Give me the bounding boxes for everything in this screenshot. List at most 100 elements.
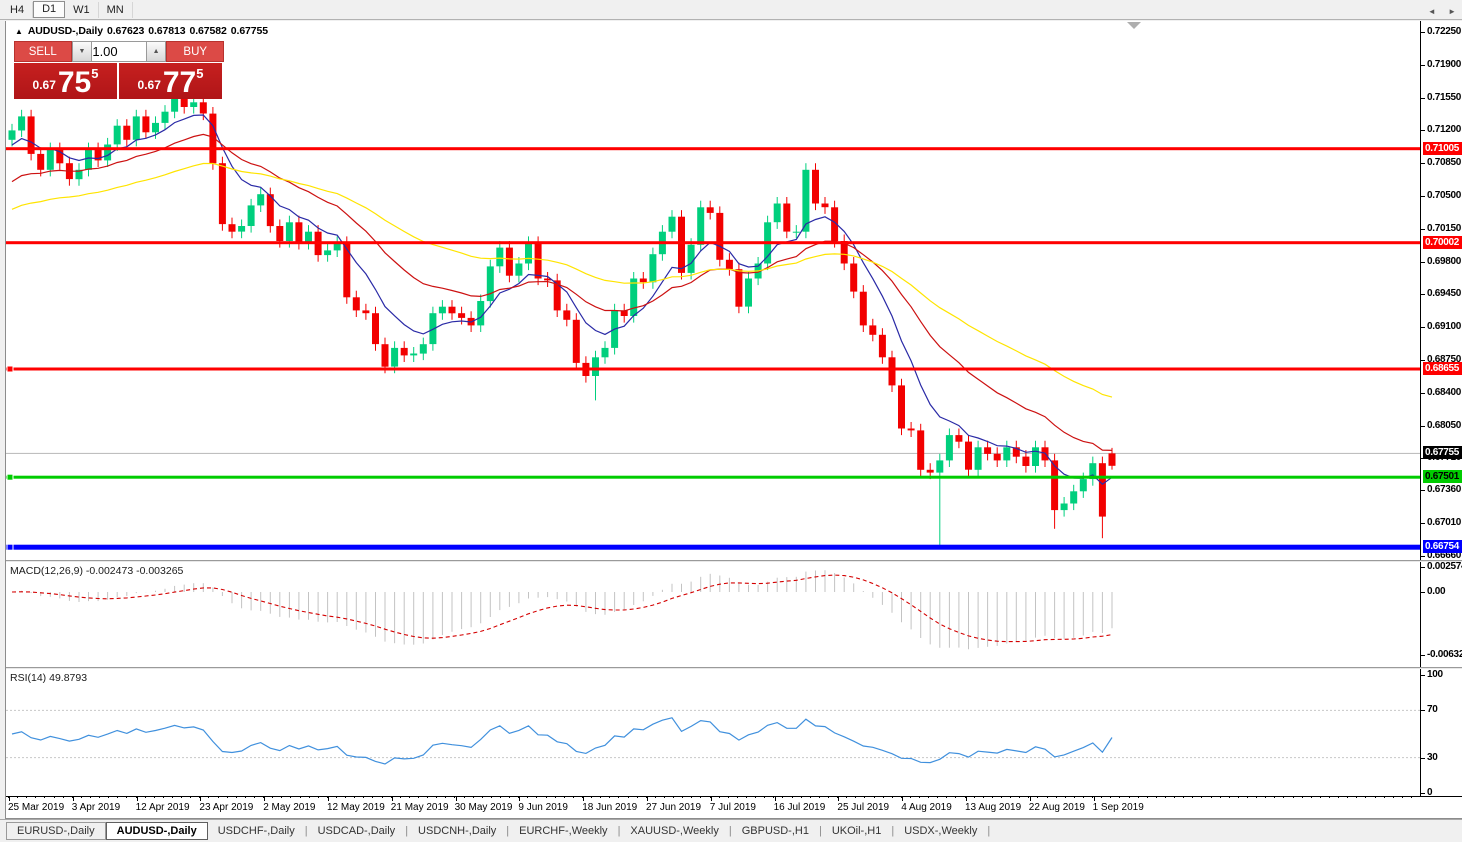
tab-eurchf-weekly[interactable]: EURCHF-,Weekly [509,823,617,839]
one-click-trade-widget: SELL ▼ 1.00 ▲ BUY 0.67 75 5 0.67 77 5 [14,41,224,99]
level-price-label: 0.71005 [1423,141,1462,155]
chart-canvas[interactable] [6,21,1420,817]
price-axis-border [1420,21,1421,796]
price-tick-label: 0.68400 [1427,386,1462,398]
tab-scroll-right-icon[interactable]: ► [1448,7,1456,16]
quote-header: ▲ AUDUSD-,Daily 0.67623 0.67813 0.67582 0.677… [15,25,272,37]
price-tick-label: 0.69100 [1427,321,1462,333]
collapse-triangle-icon[interactable]: ▲ [15,27,23,36]
tab-usdcad-daily[interactable]: USDCAD-,Daily [308,823,406,839]
date-axis-label: 7 Jul 2019 [709,802,756,813]
price-tick [1420,32,1425,33]
price-tick-label: 0.69800 [1427,255,1462,267]
price-tick [1420,294,1425,296]
tab-scroll-arrows: ◄ ► [1418,7,1456,16]
price-tick [1420,556,1425,557]
macd-tick [1420,592,1425,593]
volume-increase-button[interactable]: ▲ [145,41,167,62]
price-tick-label: 0.67360 [1427,484,1462,496]
tab-ukoil-h1[interactable]: UKOil-,H1 [822,823,892,839]
price-tick [1420,130,1425,132]
level-line-0.71005[interactable] [6,147,1420,151]
tab-separator: | [987,825,991,837]
price-tick-label: 0.70850 [1427,157,1462,169]
tab-xauusd-weekly[interactable]: XAUUSD-,Weekly [620,823,728,839]
ma-slow-line [11,162,1113,398]
price-tick [1420,196,1425,198]
timeframe-button-w1[interactable]: W1 [65,1,99,18]
rsi-value: 49.8793 [49,672,88,684]
panel-splitter-macd[interactable] [6,560,1462,562]
timeframe-button-h4[interactable]: H4 [2,1,34,18]
macd-tick-label: 0.00 [1427,586,1446,597]
symbol-tab-bar: EURUSD-,Daily AUDUSD-,Daily USDCHF-,Daily |… [0,819,1462,842]
date-axis-label: 16 Jul 2019 [773,802,826,813]
rsi-tick [1420,757,1425,759]
sell-button[interactable]: SELL [14,41,72,62]
level-price-label: 0.68655 [1423,361,1462,375]
date-axis-label: 12 Apr 2019 [135,802,190,813]
date-axis-label: 23 Apr 2019 [199,802,254,813]
buy-price-panel[interactable]: 0.67 77 5 [119,63,222,99]
buy-price-sup: 5 [196,66,204,81]
price-tick [1420,490,1425,492]
level-line-0.66754[interactable] [6,543,1420,551]
date-axis-label: 12 May 2019 [327,802,385,813]
tab-gbpusd-h1[interactable]: GBPUSD-,H1 [732,823,819,839]
buy-button[interactable]: BUY [166,41,224,62]
price-tick [1420,360,1425,362]
price-tick [1420,261,1425,263]
level-line-0.68655[interactable] [6,365,1420,373]
quote-close: 0.67755 [230,25,269,37]
macd-indicator-label: MACD(12,26,9) -0.002473 -0.003265 [10,565,183,577]
rsi-tick [1420,675,1425,676]
macd-tick [1420,566,1425,568]
level-line-0.70002[interactable] [6,241,1420,245]
date-axis-label: 27 Jun 2019 [646,802,702,813]
bid-price-label: 0.67755 [1423,446,1462,460]
macd-signal-value: -0.003265 [136,565,184,577]
tab-usdcnh-daily[interactable]: USDCNH-,Daily [408,823,506,839]
date-axis-label: 18 Jun 2019 [582,802,638,813]
date-axis-label: 9 Jun 2019 [518,802,568,813]
volume-input[interactable]: 1.00 [92,41,146,62]
rsi-tick-label: 30 [1427,751,1438,763]
price-tick [1420,392,1425,394]
quote-high: 0.67813 [148,25,186,37]
tab-usdx-weekly[interactable]: USDX-,Weekly [894,823,987,839]
macd-tick-label: -0.006326 [1427,648,1462,660]
date-axis-label: 21 May 2019 [390,802,449,813]
macd-tick-label: 0.002574 [1427,560,1462,572]
date-axis-label: 25 Jul 2019 [837,802,890,813]
timeframe-button-d1[interactable]: D1 [33,1,66,18]
volume-decrease-button[interactable]: ▼ [71,41,93,62]
rsi-tick-label: 70 [1427,704,1438,716]
timeframe-button-mn[interactable]: MN [99,1,133,18]
macd-main-value: -0.002473 [85,565,134,577]
tab-audusd-daily[interactable]: AUDUSD-,Daily [105,822,208,840]
quote-open: 0.67623 [106,25,145,37]
chart-window: ▲ AUDUSD-,Daily 0.67623 0.67813 0.67582 0.677… [5,21,1462,819]
buy-price-prefix: 0.67 [137,78,161,92]
macd-signal-line [11,574,1113,643]
tab-scroll-left-icon[interactable]: ◄ [1428,7,1436,16]
panel-splitter-rsi[interactable] [6,667,1462,669]
price-tick-label: 0.68050 [1427,419,1462,431]
tab-eurusd-daily[interactable]: EURUSD-,Daily [6,822,106,840]
buy-price-main: 77 [162,66,197,99]
quote-low: 0.67582 [189,25,227,37]
sell-price-panel[interactable]: 0.67 75 5 [14,63,117,99]
chart-shift-marker-icon[interactable] [1127,22,1141,29]
level-price-label: 0.67501 [1423,470,1462,484]
ma-mid-line [11,133,1113,451]
price-tick [1420,228,1425,230]
date-axis-label: 22 Aug 2019 [1028,802,1085,813]
tab-usdchf-daily[interactable]: USDCHF-,Daily [208,823,305,839]
price-tick [1420,425,1425,427]
sell-price-main: 75 [57,66,92,99]
rsi-line [11,717,1113,765]
bid-price-line [6,452,1420,454]
date-axis-label: 30 May 2019 [454,802,513,813]
timeframe-toolbar: H4 D1 W1 MN [0,0,1462,20]
level-line-0.67501[interactable] [6,473,1420,481]
